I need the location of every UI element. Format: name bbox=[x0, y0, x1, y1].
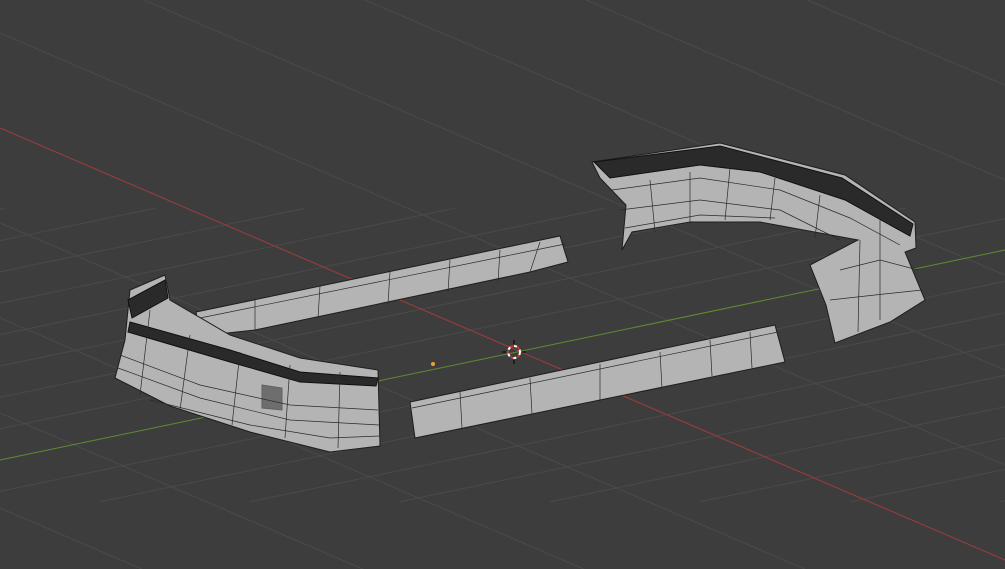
grid-line bbox=[0, 507, 143, 569]
grid-line bbox=[0, 207, 156, 242]
grid-line bbox=[849, 468, 1005, 503]
grid-line bbox=[0, 207, 306, 273]
grid-line bbox=[806, 0, 1005, 86]
3d-viewport[interactable] bbox=[0, 0, 1005, 569]
grid-line bbox=[0, 207, 6, 210]
grid-line bbox=[699, 437, 1005, 503]
grid-line bbox=[549, 406, 1005, 503]
grid-line bbox=[999, 500, 1005, 503]
rear-bumper-mesh[interactable] bbox=[591, 142, 926, 344]
viewport-canvas[interactable] bbox=[0, 0, 1005, 569]
3d-cursor-icon[interactable] bbox=[502, 340, 526, 364]
side-skirt-right-mesh[interactable] bbox=[409, 324, 786, 439]
object-origin-dot bbox=[431, 362, 435, 366]
